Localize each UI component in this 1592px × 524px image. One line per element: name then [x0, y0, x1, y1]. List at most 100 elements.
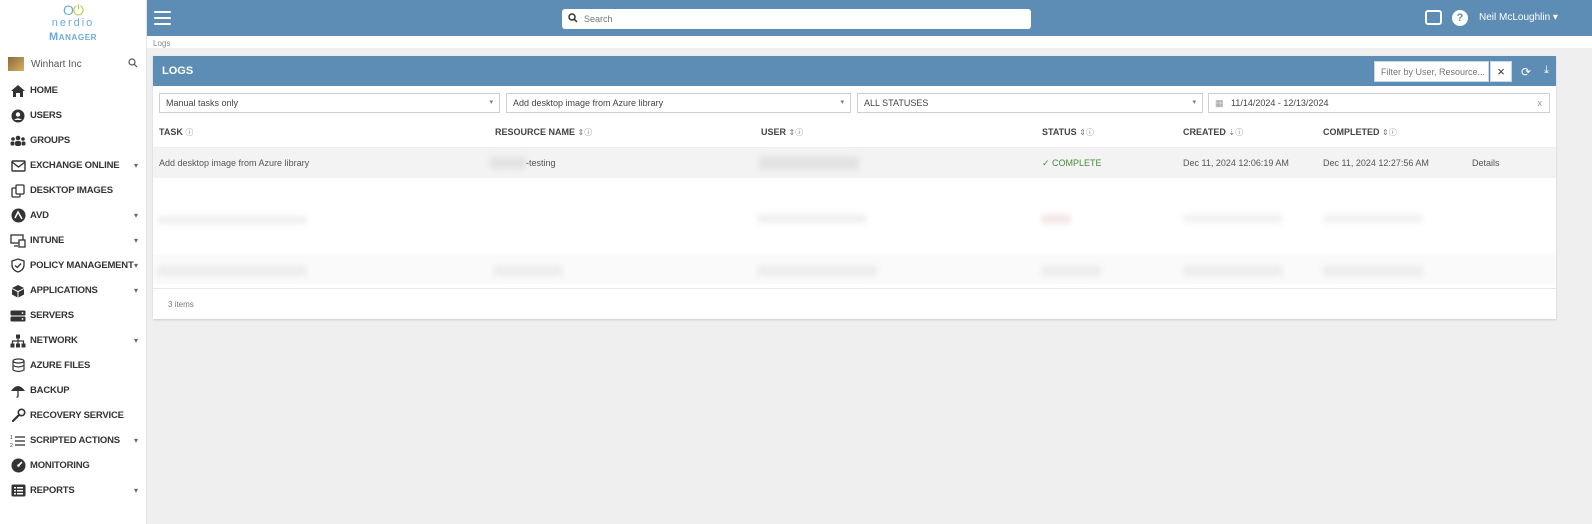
date-range-value: 11/14/2024 - 12/13/2024 [1231, 98, 1329, 108]
chevron-down-icon: ▾ [840, 99, 844, 106]
column-resource-name[interactable]: RESOURCE NAME ⇕ⓘ [495, 127, 592, 138]
chevron-down-icon: ▾ [489, 99, 493, 106]
sidebar-item-label: POLICY MANAGEMENT [30, 260, 134, 271]
chevron-down-icon[interactable]: ▾ [134, 161, 138, 170]
chat-support-icon[interactable] [1425, 10, 1442, 25]
download-icon[interactable]: ⤓ [1544, 64, 1549, 77]
sidebar-item-label: HOME [30, 85, 58, 96]
wrench-icon [10, 408, 26, 424]
user-menu[interactable]: Neil McLoughlin ▾ [1479, 12, 1558, 23]
resource-cell: -testing [526, 158, 556, 168]
shield-icon [10, 258, 26, 274]
users-icon [10, 133, 26, 149]
column-task[interactable]: TASK ⓘ [159, 127, 193, 138]
column-created[interactable]: CREATED ⇣ⓘ [1183, 127, 1243, 138]
sidebar-item-network[interactable]: NETWORK ▾ [0, 328, 146, 353]
sidebar-item-label: BACKUP [30, 385, 70, 396]
sidebar-item-label: SCRIPTED ACTIONS [30, 435, 120, 446]
sidebar-item-label: USERS [30, 110, 62, 121]
redacted-cell [1041, 214, 1071, 224]
info-icon: ⓘ [1085, 128, 1094, 137]
chevron-down-icon[interactable]: ▾ [134, 436, 138, 445]
sidebar-item-backup[interactable]: BACKUP [0, 378, 146, 403]
chevron-down-icon[interactable]: ▾ [134, 486, 138, 495]
status-value: ALL STATUSES [864, 98, 929, 108]
redacted-cell [1323, 266, 1423, 276]
tenant-selector[interactable]: Winhart Inc [0, 50, 146, 78]
search-icon [568, 12, 578, 26]
date-range-picker[interactable]: ▦ 11/14/2024 - 12/13/2024 x [1208, 93, 1550, 113]
devices-icon [10, 233, 26, 249]
breadcrumb[interactable]: Logs [153, 39, 170, 48]
sidebar-item-users[interactable]: USERS [0, 103, 146, 128]
chevron-down-icon[interactable]: ▾ [134, 336, 138, 345]
sidebar-item-label: AZURE FILES [30, 360, 91, 371]
redacted-cell [757, 266, 877, 276]
sidebar-item-azure-files[interactable]: AZURE FILES [0, 353, 146, 378]
help-icon[interactable]: ? [1452, 10, 1468, 26]
redacted-cell [493, 266, 563, 276]
sidebar-item-exchange-online[interactable]: EXCHANGE ONLINE ▾ [0, 153, 146, 178]
chevron-down-icon[interactable]: ▾ [134, 286, 138, 295]
sidebar-item-label: NETWORK [30, 335, 78, 346]
refresh-icon[interactable]: ⟳ [1521, 65, 1531, 79]
clear-date-icon[interactable]: x [1538, 94, 1543, 112]
table-row[interactable] [153, 192, 1556, 224]
redacted-cell [157, 216, 307, 224]
table-header: TASK ⓘ RESOURCE NAME ⇕ⓘ USER ⇕ⓘ STATUS ⇕… [153, 118, 1556, 148]
table-row[interactable]: Add desktop image from Azure library -te… [153, 148, 1556, 178]
sidebar-item-desktop-images[interactable]: DESKTOP IMAGES [0, 178, 146, 203]
sidebar-item-servers[interactable]: SERVERS [0, 303, 146, 328]
column-completed[interactable]: COMPLETED ⇕ⓘ [1323, 127, 1397, 138]
sidebar-item-home[interactable]: HOME [0, 78, 146, 103]
task-type-value: Manual tasks only [166, 98, 239, 108]
redacted-user [759, 156, 859, 170]
column-user[interactable]: USER ⇕ⓘ [761, 127, 803, 138]
global-search[interactable] [562, 9, 1031, 29]
table-row[interactable] [153, 254, 1556, 284]
column-status[interactable]: STATUS ⇕ⓘ [1042, 127, 1094, 138]
tenant-search-icon[interactable] [128, 57, 138, 71]
hamburger-menu-icon[interactable] [154, 11, 171, 25]
nerdio-logo[interactable]: O⏻ nerdio Manager [0, 0, 146, 50]
chevron-down-icon[interactable]: ▾ [134, 261, 138, 270]
chevron-down-icon: ▾ [1192, 99, 1196, 106]
task-type-select[interactable]: Manual tasks only ▾ [159, 93, 500, 113]
envelope-icon [10, 158, 26, 174]
sidebar-item-groups[interactable]: GROUPS [0, 128, 146, 153]
sidebar-item-monitoring[interactable]: MONITORING [0, 453, 146, 478]
sidebar-item-label: RECOVERY SERVICE [30, 410, 124, 421]
info-icon: ⓘ [1388, 128, 1397, 137]
sidebar-item-policy-management[interactable]: POLICY MANAGEMENT ▾ [0, 253, 146, 278]
sidebar-item-reports[interactable]: REPORTS ▾ [0, 478, 146, 503]
user-icon [10, 108, 26, 124]
sidebar-item-label: MONITORING [30, 460, 90, 471]
sidebar-item-scripted-actions[interactable]: 1 2 SCRIPTED ACTIONS ▾ [0, 428, 146, 453]
task-name-value: Add desktop image from Azure library [513, 98, 664, 108]
chevron-down-icon[interactable]: ▾ [134, 236, 138, 245]
redacted-cell [1041, 266, 1101, 276]
redacted-cell [1183, 214, 1283, 223]
sidebar-item-recovery-service[interactable]: RECOVERY SERVICE [0, 403, 146, 428]
sidebar-item-avd[interactable]: AVD ▾ [0, 203, 146, 228]
sidebar-item-intune[interactable]: INTUNE ▾ [0, 228, 146, 253]
sidebar: O⏻ nerdio Manager Winhart Inc HOME USERS G… [0, 0, 147, 524]
sidebar-item-label: AVD [30, 210, 49, 221]
status-select[interactable]: ALL STATUSES ▾ [857, 93, 1203, 113]
redacted-cell [157, 266, 307, 276]
sort-icon: ⇕ [1382, 128, 1389, 137]
chevron-down-icon[interactable]: ▾ [134, 211, 138, 220]
sidebar-item-applications[interactable]: APPLICATIONS ▾ [0, 278, 146, 303]
logs-panel: LOGS × ⟳ ⤓ Manual tasks only ▾ Add deskt… [153, 56, 1556, 319]
details-link[interactable]: Details [1472, 158, 1500, 168]
top-bar: ? Neil McLoughlin ▾ [147, 0, 1592, 36]
filter-by-user-input[interactable] [1374, 61, 1489, 82]
svg-text:1: 1 [10, 435, 13, 441]
umbrella-icon [10, 383, 26, 399]
panel-title: LOGS [162, 65, 194, 77]
task-name-select[interactable]: Add desktop image from Azure library ▾ [506, 93, 851, 113]
sidebar-item-label: DESKTOP IMAGES [30, 185, 113, 196]
global-search-input[interactable] [584, 14, 1031, 24]
info-icon: ⓘ [795, 128, 804, 137]
clear-filter-button[interactable]: × [1490, 61, 1512, 82]
